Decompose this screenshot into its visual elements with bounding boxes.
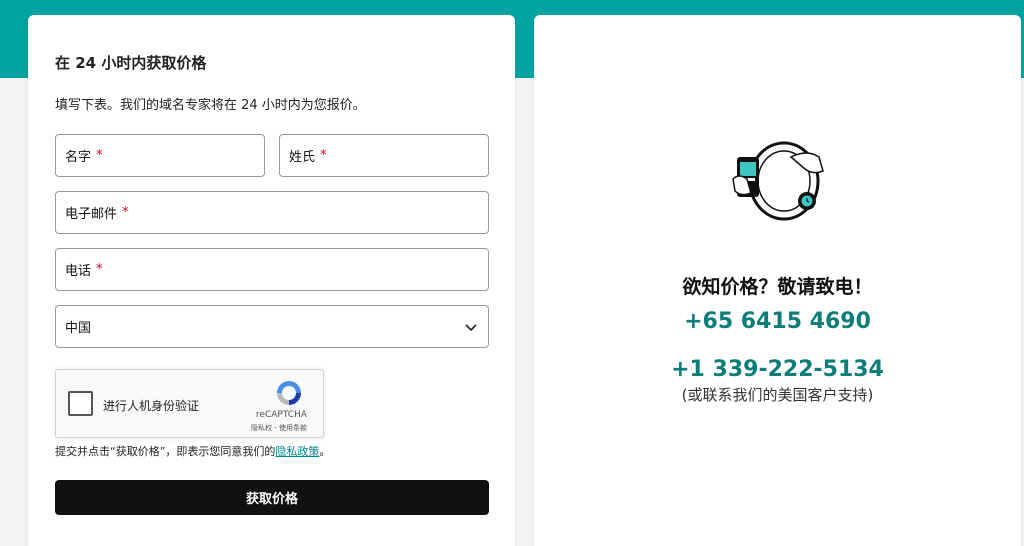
recaptcha-brand: reCAPTCHA [255,410,307,420]
last-name-field[interactable]: 姓氏 * [279,134,489,177]
consent-prefix: 提交并点击“获取价格”，即表示您同意我们的 [55,445,276,458]
us-support-note: (或联系我们的美国客户支持) [681,386,874,404]
phone-number-sg[interactable]: +65 6415 4690 [534,309,1021,334]
recaptcha-privacy-link[interactable]: 隐私权 [251,424,272,432]
required-mark: * [122,205,129,220]
get-price-button[interactable]: 获取价格 [55,480,489,515]
phone-field[interactable]: 电话 * [55,248,489,291]
required-mark: * [96,262,103,277]
info-heading: 欲知价格？敬请致电！ [682,276,873,298]
privacy-policy-link[interactable]: 隐私政策 [275,445,319,458]
recaptcha-terms: 隐私权 - 使用条款 [56,423,319,433]
required-mark: * [96,148,103,163]
consent-text: 提交并点击“获取价格”，即表示您同意我们的隐私政策。 [55,443,330,459]
last-name-label: 姓氏 [289,150,316,165]
form-description: 填写下表。我们的域名专家将在 24 小时内为您报价。 [55,98,366,113]
contact-card: 欲知价格？敬请致电！ +65 6415 4690 +1 339-222-5134… [534,15,1021,546]
phone-number-us[interactable]: +1 339-222-5134 [534,357,1021,382]
phone-label: 电话 [65,264,92,279]
recaptcha-logo-icon [274,378,304,408]
quote-form-card: 在 24 小时内获取价格 填写下表。我们的域名专家将在 24 小时内为您报价。 … [28,15,515,546]
email-label: 电子邮件 [65,207,118,222]
recaptcha-separator: - [272,424,279,432]
phone-in-hand-icon [727,135,830,225]
consent-suffix: 。 [319,445,331,458]
chevron-down-icon [464,320,478,334]
required-mark: * [320,148,327,163]
alarm-clock-icon [798,192,816,210]
email-field[interactable]: 电子邮件 * [55,191,489,234]
recaptcha-terms-link[interactable]: 使用条款 [279,424,307,432]
recaptcha-widget: 进行人机身份验证 reCAPTCHA 隐私权 - 使用条款 [55,369,324,438]
country-select[interactable]: 中国 [55,305,489,348]
first-name-label: 名字 [65,150,92,165]
first-name-field[interactable]: 名字 * [55,134,265,177]
country-value: 中国 [65,321,92,336]
form-title: 在 24 小时内获取价格 [55,54,207,72]
